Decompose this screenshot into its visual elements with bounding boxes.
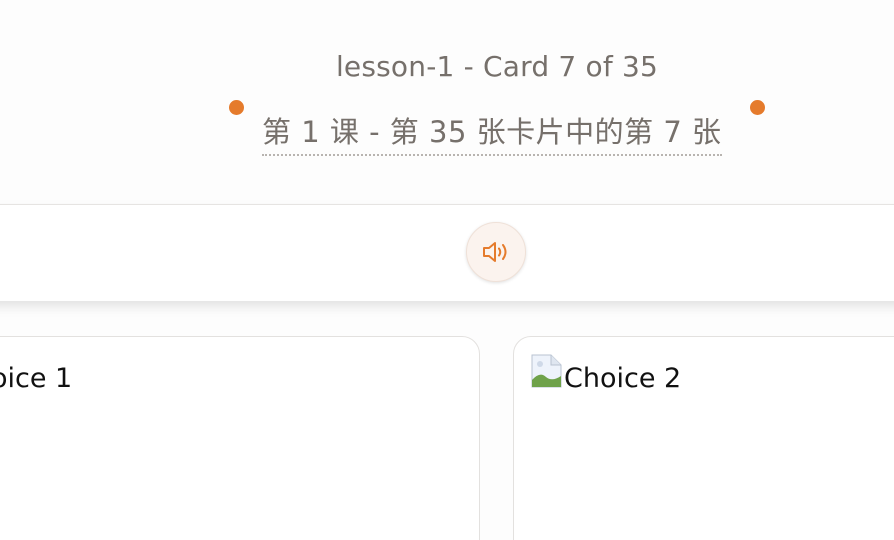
speaker-icon <box>481 240 511 264</box>
audio-bar <box>0 204 894 301</box>
choice-card-1[interactable]: oice 1 <box>0 336 480 540</box>
play-audio-button[interactable] <box>466 222 526 282</box>
card-title-chinese-wrap: 第 1 课 - 第 35 张卡片中的第 7 张 <box>262 112 722 156</box>
accent-dot-left <box>229 100 244 115</box>
choice-1-label: oice 1 <box>0 363 73 394</box>
choice-card-2[interactable]: Choice 2 <box>513 336 894 540</box>
card-title-english: lesson-1 - Card 7 of 35 <box>335 50 659 83</box>
broken-image-icon <box>531 354 565 388</box>
flashcard-page: lesson-1 - Card 7 of 35 第 1 课 - 第 35 张卡片… <box>0 0 894 540</box>
card-title-chinese[interactable]: 第 1 课 - 第 35 张卡片中的第 7 张 <box>262 112 722 156</box>
accent-dot-right <box>750 100 765 115</box>
choice-2-label: Choice 2 <box>564 363 682 394</box>
